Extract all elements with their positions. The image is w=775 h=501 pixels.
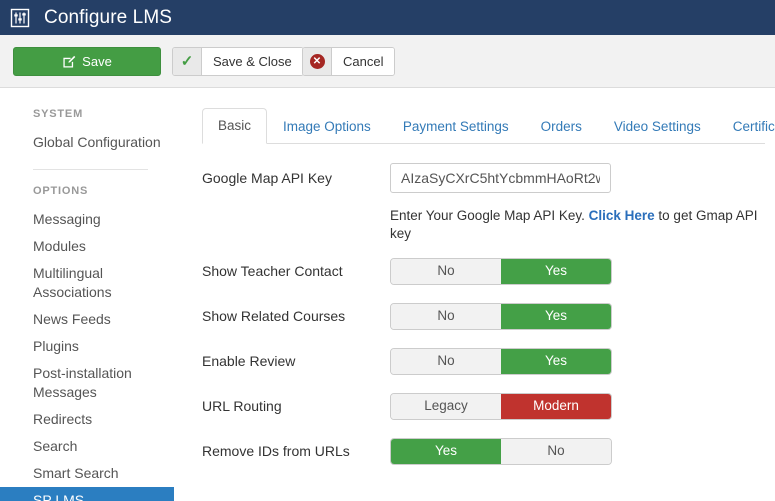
sidebar-item-modules[interactable]: Modules	[0, 233, 174, 260]
page-title: Configure LMS	[44, 8, 172, 27]
save-and-close-label: Save & Close	[202, 48, 303, 75]
form-row-google-map-api-key: Google Map API Key	[202, 162, 775, 194]
save-button[interactable]: Save	[13, 47, 161, 76]
sidebar-item-news-feeds[interactable]: News Feeds	[0, 306, 174, 333]
sidebar-item-multilingual-associations[interactable]: Multilingual Associations	[0, 260, 174, 306]
main-panel: Basic Image Options Payment Settings Ord…	[190, 89, 775, 501]
sidebar-item-redirects[interactable]: Redirects	[0, 406, 174, 433]
save-and-close-button[interactable]: ✓ Save & Close	[172, 47, 304, 76]
sidebar-item-post-installation-messages[interactable]: Post-installation Messages	[0, 360, 174, 406]
help-spacer	[202, 207, 390, 243]
toggle-option-yes[interactable]: Yes	[501, 304, 611, 329]
toggle-option-legacy[interactable]: Legacy	[391, 394, 501, 419]
sidebar-divider	[33, 169, 148, 170]
enable-review-label: Enable Review	[202, 352, 390, 370]
toggle-option-no[interactable]: No	[501, 439, 611, 464]
google-map-api-key-input[interactable]	[390, 163, 611, 193]
show-teacher-contact-label: Show Teacher Contact	[202, 262, 390, 280]
url-routing-toggle[interactable]: Legacy Modern	[390, 393, 612, 420]
toggle-option-yes[interactable]: Yes	[391, 439, 501, 464]
tab-orders[interactable]: Orders	[525, 109, 598, 144]
pencil-square-icon	[62, 55, 76, 69]
toolbar: Save ✓ Save & Close ✕ Cancel	[0, 35, 775, 88]
form-row-show-related-courses: Show Related Courses No Yes	[202, 300, 775, 332]
toggle-option-no[interactable]: No	[391, 304, 501, 329]
help-text-prefix: Enter Your Google Map API Key.	[390, 208, 589, 223]
toggle-option-modern[interactable]: Modern	[501, 394, 611, 419]
sidebar: SYSTEM Global Configuration OPTIONS Mess…	[0, 89, 190, 501]
sidebar-item-global-configuration[interactable]: Global Configuration	[0, 129, 174, 156]
cancel-label: Cancel	[332, 48, 394, 75]
check-icon: ✓	[173, 48, 202, 75]
google-map-api-key-help: Enter Your Google Map API Key. Click Her…	[202, 207, 775, 243]
x-circle-icon: ✕	[303, 48, 332, 75]
sidebar-item-sp-lms[interactable]: SP LMS	[0, 487, 174, 501]
tab-image-options[interactable]: Image Options	[267, 109, 387, 144]
toggle-option-no[interactable]: No	[391, 349, 501, 374]
basic-settings-form: Google Map API Key Enter Your Google Map…	[190, 144, 775, 467]
enable-review-toggle[interactable]: No Yes	[390, 348, 612, 375]
show-teacher-contact-toggle[interactable]: No Yes	[390, 258, 612, 285]
form-row-enable-review: Enable Review No Yes	[202, 345, 775, 377]
app-header: Configure LMS	[0, 0, 775, 35]
sidebar-item-messaging[interactable]: Messaging	[0, 206, 174, 233]
cancel-button[interactable]: ✕ Cancel	[302, 47, 395, 76]
save-button-label: Save	[82, 54, 112, 69]
remove-ids-from-urls-label: Remove IDs from URLs	[202, 442, 390, 460]
toggle-option-yes[interactable]: Yes	[501, 349, 611, 374]
sidebar-item-search[interactable]: Search	[0, 433, 174, 460]
tab-video-settings[interactable]: Video Settings	[598, 109, 717, 144]
sliders-icon	[10, 8, 30, 28]
remove-ids-from-urls-toggle[interactable]: Yes No	[390, 438, 612, 465]
sidebar-heading-options: OPTIONS	[0, 185, 190, 197]
google-map-api-key-label: Google Map API Key	[202, 169, 390, 187]
sidebar-heading-system: SYSTEM	[0, 108, 190, 120]
configure-lms-page: Configure LMS Save ✓ Save & Close ✕ Canc…	[0, 0, 775, 501]
tab-payment-settings[interactable]: Payment Settings	[387, 109, 525, 144]
help-text: Enter Your Google Map API Key. Click Her…	[390, 207, 775, 243]
sidebar-item-plugins[interactable]: Plugins	[0, 333, 174, 360]
tab-bar: Basic Image Options Payment Settings Ord…	[202, 108, 765, 144]
show-related-courses-label: Show Related Courses	[202, 307, 390, 325]
url-routing-label: URL Routing	[202, 397, 390, 415]
tab-basic[interactable]: Basic	[202, 108, 267, 144]
form-row-show-teacher-contact: Show Teacher Contact No Yes	[202, 255, 775, 287]
toggle-option-no[interactable]: No	[391, 259, 501, 284]
tab-certificate[interactable]: Certificate	[717, 109, 775, 144]
sidebar-item-smart-search[interactable]: Smart Search	[0, 460, 174, 487]
form-row-url-routing: URL Routing Legacy Modern	[202, 390, 775, 422]
click-here-link[interactable]: Click Here	[589, 208, 655, 223]
form-row-remove-ids-from-urls: Remove IDs from URLs Yes No	[202, 435, 775, 467]
toggle-option-yes[interactable]: Yes	[501, 259, 611, 284]
show-related-courses-toggle[interactable]: No Yes	[390, 303, 612, 330]
